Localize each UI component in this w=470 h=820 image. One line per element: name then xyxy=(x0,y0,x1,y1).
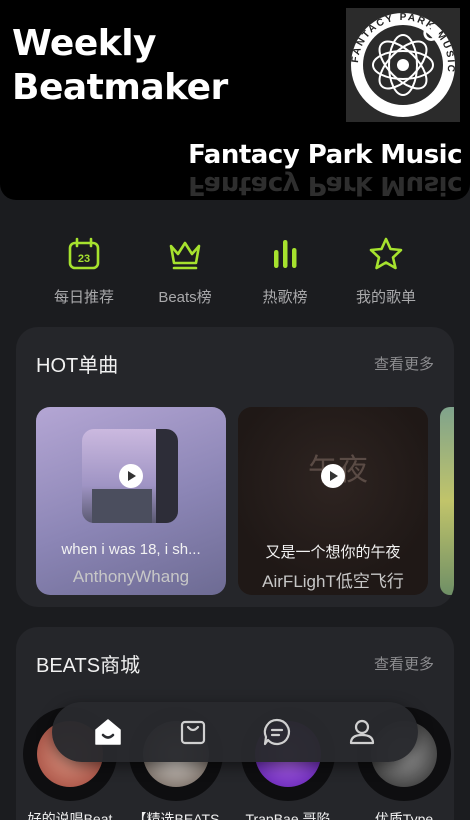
quick-action-hot-chart[interactable]: 热歌榜 xyxy=(235,232,335,307)
beat-name: 【精选BEATS xyxy=(132,811,220,820)
see-more-link[interactable]: 查看更多 xyxy=(374,353,434,374)
home-icon xyxy=(95,719,121,745)
crown-icon xyxy=(169,241,201,270)
quick-actions: 23 每日推荐 Beats榜 热歌榜 我的歌单 xyxy=(0,232,470,312)
svg-text:23: 23 xyxy=(78,253,90,265)
calendar-icon: 23 xyxy=(68,237,100,270)
nav-home[interactable] xyxy=(86,710,130,754)
banner-title: Weekly Beatmaker xyxy=(12,23,228,108)
song-title: 又是一个想你的午夜 xyxy=(265,544,401,561)
promo-banner[interactable]: Weekly Beatmaker FANTACY PARK MUSIC Fant… xyxy=(0,0,470,200)
song-artist: AnthonyWhang xyxy=(72,567,190,586)
star-icon xyxy=(369,237,403,270)
nav-shop[interactable] xyxy=(171,710,215,754)
quick-action-label: 每日推荐 xyxy=(53,289,114,306)
bars-icon xyxy=(274,240,297,268)
nav-messages[interactable] xyxy=(255,710,299,754)
play-button[interactable] xyxy=(321,464,345,488)
beat-name: TrapBae 哥陷 xyxy=(245,811,331,820)
play-button[interactable] xyxy=(119,464,143,488)
beat-name: 好的说唱Beat xyxy=(27,811,113,820)
bottom-navigation xyxy=(52,702,418,762)
nav-profile[interactable] xyxy=(340,710,384,754)
quick-action-label: 热歌榜 xyxy=(262,289,308,306)
quick-action-daily[interactable]: 23 每日推荐 xyxy=(34,232,134,307)
quick-action-my-playlist[interactable]: 我的歌单 xyxy=(336,232,436,307)
see-more-link[interactable]: 查看更多 xyxy=(374,653,434,674)
section-title: BEATS商城 xyxy=(36,655,141,677)
song-title: when i was 18, i sh... xyxy=(61,541,201,558)
song-card[interactable]: 午夜 又是一个想你的午夜 AirFLighT低空飞行 xyxy=(238,407,428,595)
search-button[interactable] xyxy=(418,20,448,50)
quick-action-label: Beats榜 xyxy=(158,289,212,306)
quick-action-label: 我的歌单 xyxy=(355,289,416,306)
chat-icon xyxy=(264,718,291,746)
bag-icon xyxy=(180,720,205,745)
search-icon xyxy=(423,25,443,45)
banner-brand: Fantacy Park Music xyxy=(188,140,462,170)
banner-brand-reflection: Fantacy Park Music xyxy=(188,170,462,200)
hot-songs-section: HOT单曲 查看更多 when i was 18, i sh... Anthon… xyxy=(16,327,454,607)
profile-icon xyxy=(349,719,374,745)
quick-action-beats-chart[interactable]: Beats榜 xyxy=(135,232,235,307)
song-artist: AirFLighT低空飞行 xyxy=(262,572,404,591)
song-card[interactable]: when i was 18, i sh... AnthonyWhang xyxy=(36,407,226,595)
beat-name: 优质Type xyxy=(374,811,434,820)
section-title: HOT单曲 xyxy=(36,355,119,377)
song-card-partial[interactable] xyxy=(440,407,454,595)
